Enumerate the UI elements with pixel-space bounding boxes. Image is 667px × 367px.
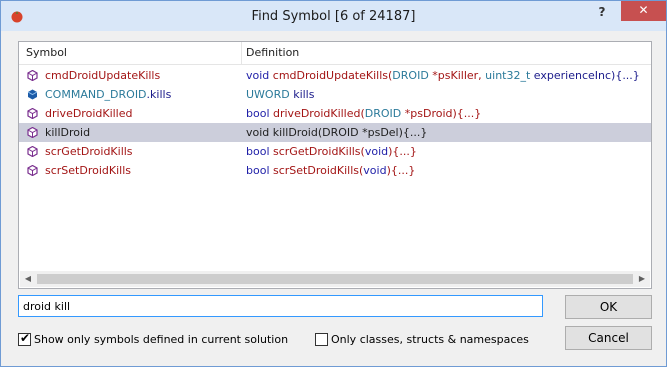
list-item[interactable]: cmdDroidUpdateKills void cmdDroidUpdateK… [19, 66, 651, 85]
list-item[interactable]: scrGetDroidKills bool scrGetDroidKills(v… [19, 142, 651, 161]
function-icon [27, 70, 38, 81]
symbol-definition: bool scrSetDroidKills(void){...} [246, 164, 416, 177]
scroll-right-arrow-icon[interactable]: ▶ [634, 271, 650, 287]
function-icon [27, 146, 38, 157]
window-title: Find Symbol [6 of 24187] [251, 9, 416, 24]
list-item[interactable]: scrSetDroidKills bool scrSetDroidKills(v… [19, 161, 651, 180]
column-header-definition[interactable]: Definition [246, 46, 299, 59]
scrollbar-thumb[interactable] [37, 274, 633, 284]
checkbox-box[interactable] [315, 333, 328, 346]
function-icon [27, 165, 38, 176]
symbol-definition: void cmdDroidUpdateKills(DROID *psKiller… [246, 69, 640, 82]
search-input[interactable] [18, 295, 543, 317]
symbol-name: COMMAND_DROID.kills [45, 88, 172, 101]
symbol-name: driveDroidKilled [45, 107, 133, 120]
list-item[interactable]: driveDroidKilled bool driveDroidKilled(D… [19, 104, 651, 123]
cancel-button[interactable]: Cancel [565, 326, 652, 350]
symbol-name: scrSetDroidKills [45, 164, 131, 177]
title-bar: Find Symbol [6 of 24187] ? ✕ [1, 1, 666, 31]
symbol-definition: void killDroid(DROID *psDel){...} [246, 126, 428, 139]
column-header-symbol[interactable]: Symbol [26, 46, 67, 59]
list-item[interactable]: COMMAND_DROID.kills UWORD kills [19, 85, 651, 104]
symbol-definition: bool scrGetDroidKills(void){...} [246, 145, 417, 158]
symbol-definition: bool driveDroidKilled(DROID *psDroid){..… [246, 107, 482, 120]
function-icon [27, 108, 38, 119]
close-button[interactable]: ✕ [621, 1, 666, 21]
ok-button[interactable]: OK [565, 295, 652, 319]
symbol-definition: UWORD kills [246, 88, 315, 101]
find-symbol-dialog: Find Symbol [6 of 24187] ? ✕ Symbol Defi… [0, 0, 667, 367]
function-icon [27, 127, 38, 138]
checkmark-icon: ✔ [20, 331, 31, 345]
symbol-name: scrGetDroidKills [45, 145, 133, 158]
list-item-selected[interactable]: killDroid void killDroid(DROID *psDel){.… [19, 123, 651, 142]
list-header: Symbol Definition [19, 42, 651, 65]
current-solution-label[interactable]: Show only symbols defined in current sol… [34, 333, 288, 346]
symbol-name: killDroid [45, 126, 91, 139]
classes-only-label[interactable]: Only classes, structs & namespaces [331, 333, 529, 346]
scroll-left-arrow-icon[interactable]: ◀ [20, 271, 36, 287]
help-button[interactable]: ? [589, 3, 615, 23]
column-separator[interactable] [241, 42, 242, 64]
field-icon [27, 89, 38, 100]
symbol-list[interactable]: Symbol Definition cmdDroidUpdateKills vo… [18, 41, 652, 289]
horizontal-scrollbar[interactable]: ◀ ▶ [20, 271, 650, 287]
checkbox-box[interactable]: ✔ [18, 331, 31, 346]
symbol-name: cmdDroidUpdateKills [45, 69, 161, 82]
